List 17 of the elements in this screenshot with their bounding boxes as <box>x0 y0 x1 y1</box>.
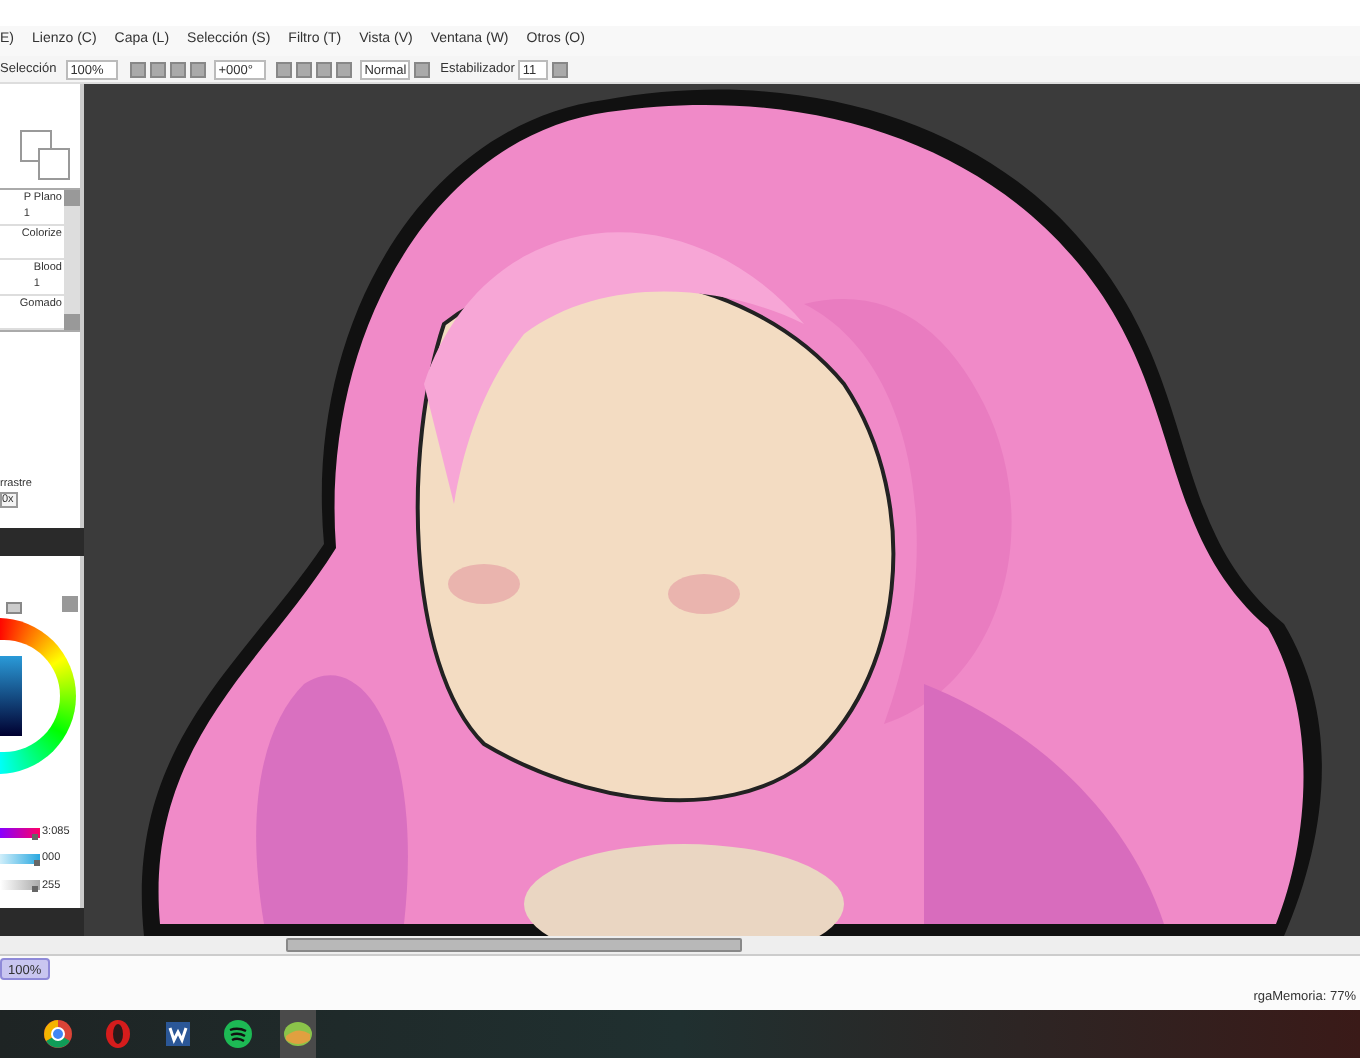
color-square[interactable] <box>0 656 22 736</box>
slider-thumb[interactable] <box>34 859 40 866</box>
color-slider[interactable] <box>0 853 40 864</box>
toggle-icon[interactable] <box>6 602 22 614</box>
slider-thumb[interactable] <box>32 886 38 893</box>
slider-thumb[interactable] <box>32 833 39 840</box>
toolbar-button[interactable] <box>552 61 569 77</box>
app-icon <box>282 1018 314 1050</box>
app-icon <box>162 1018 194 1050</box>
app-icon <box>222 1018 254 1050</box>
scrollbar-thumb[interactable] <box>286 938 742 952</box>
color-slider[interactable] <box>0 880 40 891</box>
toolbar-button[interactable] <box>414 61 431 77</box>
app-icon <box>102 1018 134 1050</box>
app-icon <box>42 1018 74 1050</box>
background-swatch[interactable] <box>38 148 70 180</box>
color-slider[interactable] <box>0 827 40 838</box>
